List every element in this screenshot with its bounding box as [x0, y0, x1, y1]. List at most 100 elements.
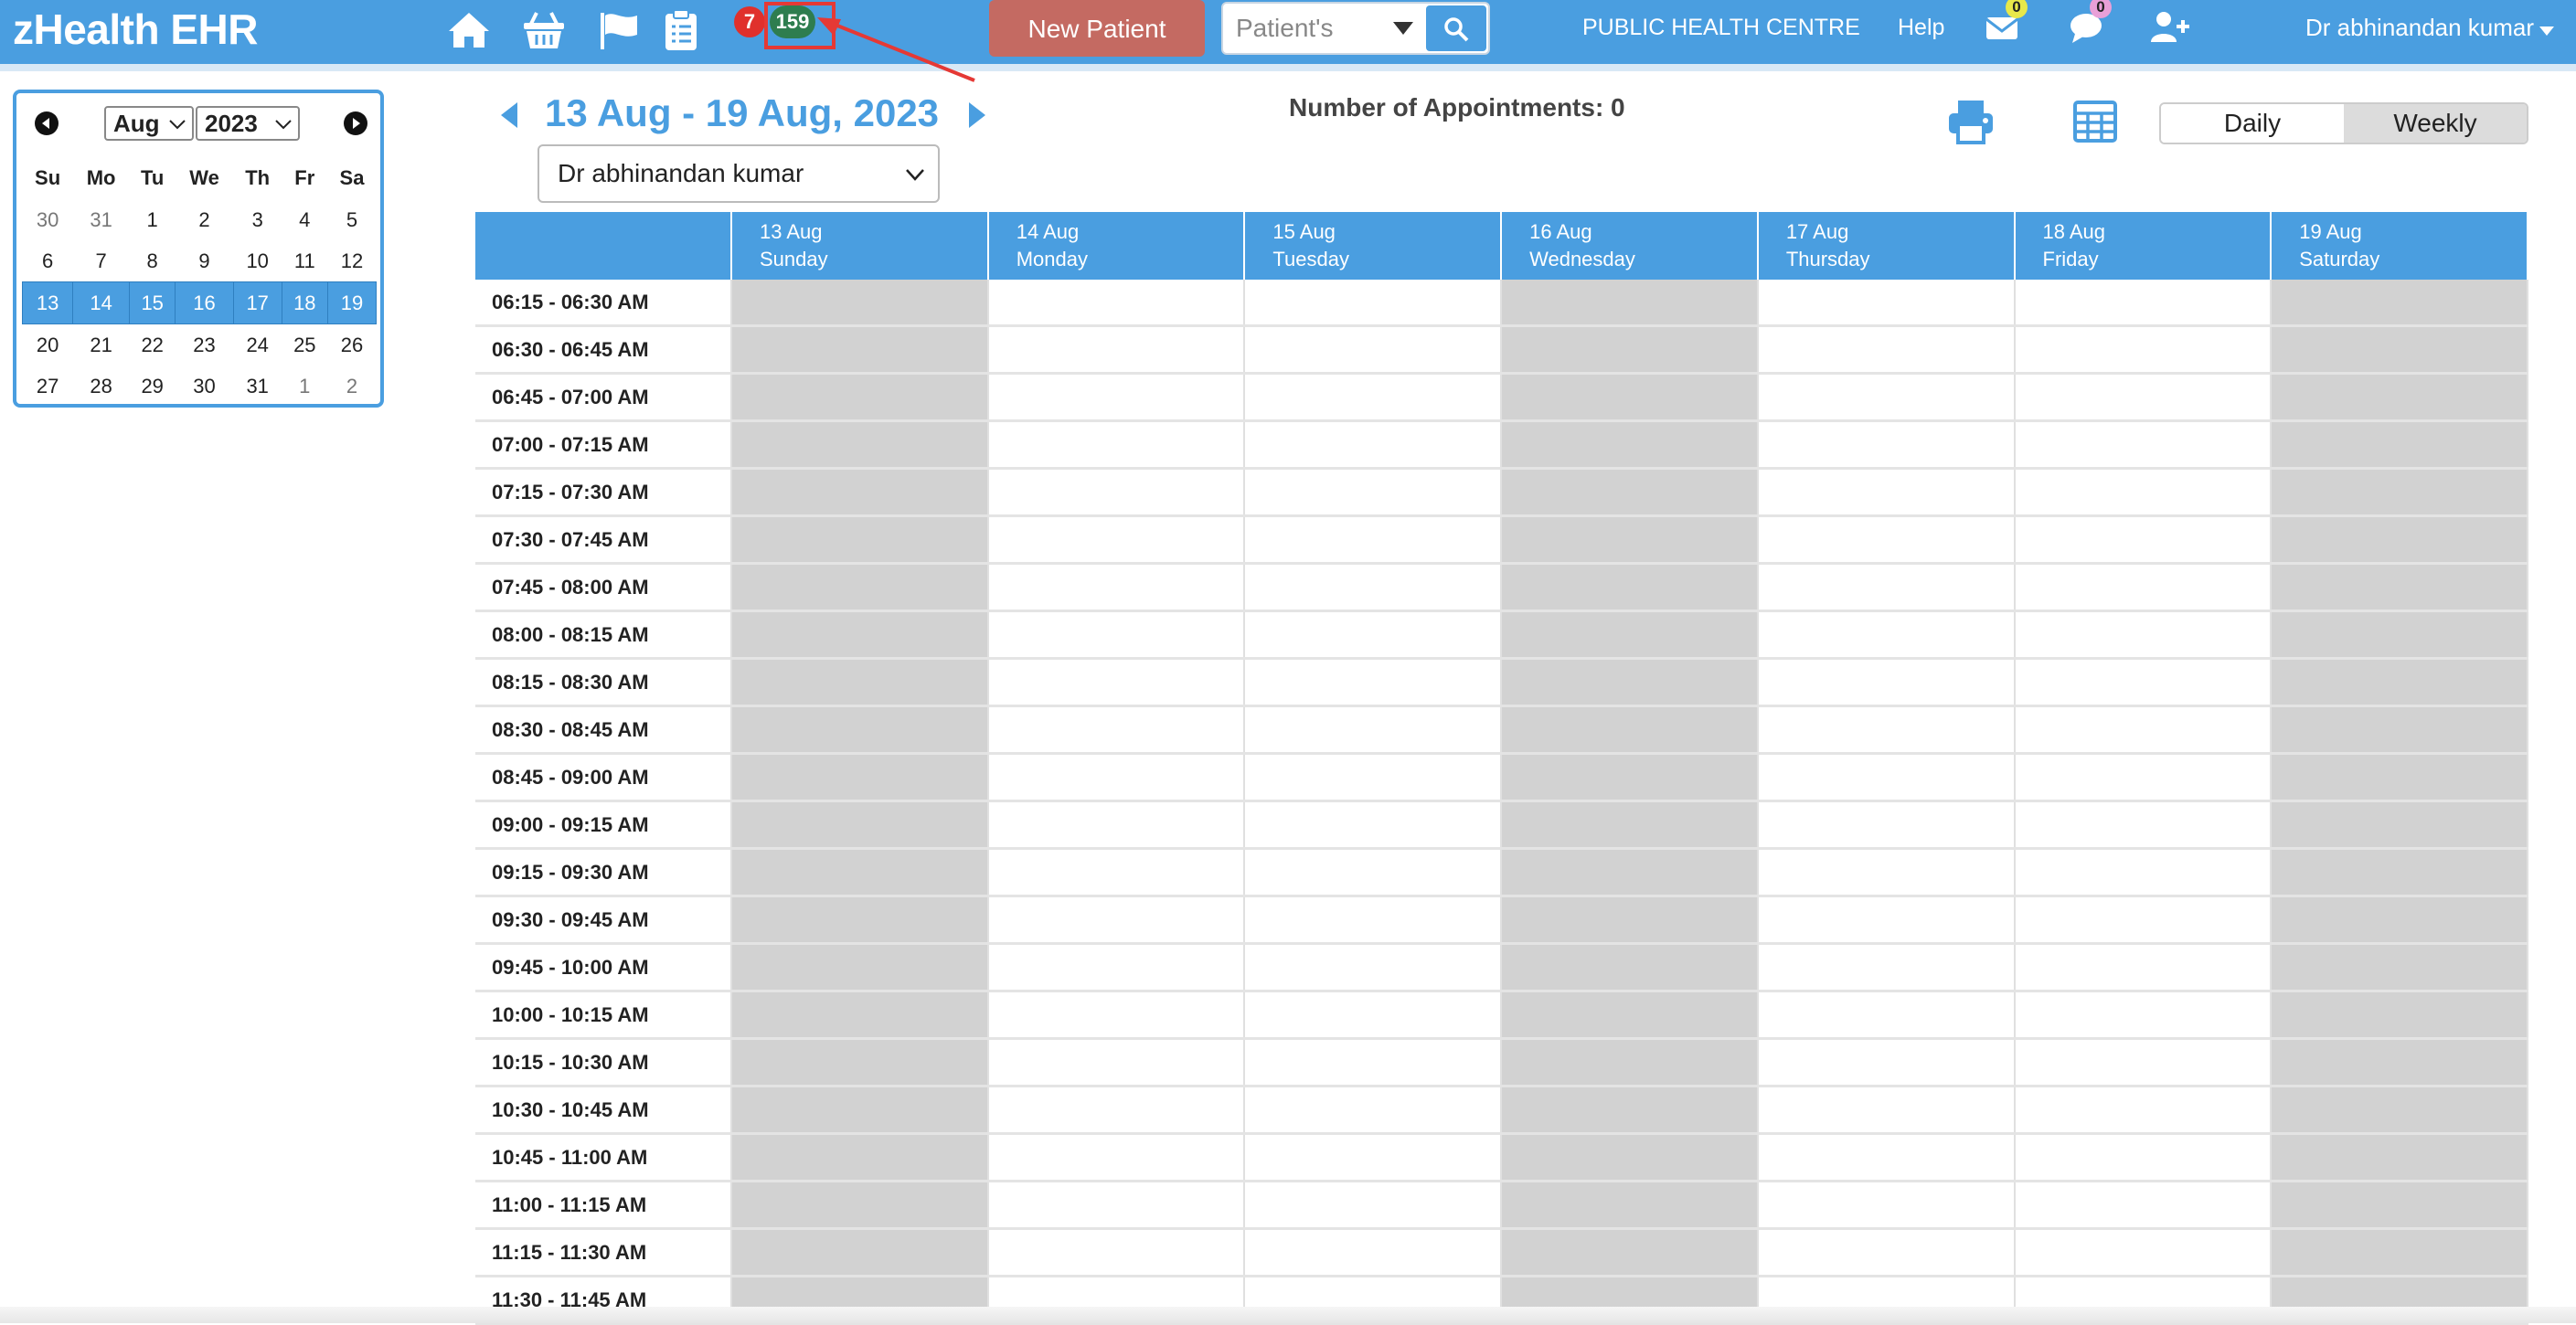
available-slot-cell[interactable] [987, 563, 1246, 612]
calendar-day[interactable]: 28 [73, 366, 130, 407]
available-slot-cell[interactable] [1244, 610, 1503, 660]
available-slot-cell[interactable] [1244, 848, 1503, 897]
available-slot-cell[interactable] [2014, 658, 2273, 707]
calendar-day[interactable]: 30 [23, 199, 73, 240]
search-type-select[interactable]: Patient's [1236, 4, 1334, 53]
available-slot-cell[interactable] [1757, 1228, 2016, 1277]
calendar-day[interactable]: 6 [23, 240, 73, 282]
available-slot-cell[interactable] [2014, 468, 2273, 517]
available-slot-cell[interactable] [2014, 1038, 2273, 1087]
month-select[interactable]: Aug [104, 106, 194, 141]
calendar-day[interactable]: 1 [282, 366, 327, 407]
available-slot-cell[interactable] [2014, 991, 2273, 1040]
calendar-day[interactable]: 7 [73, 240, 130, 282]
doctor-select[interactable]: Dr abhinandan kumar [538, 144, 940, 203]
available-slot-cell[interactable] [987, 658, 1246, 707]
calendar-day[interactable]: 17 [232, 281, 282, 324]
alert-count-badge[interactable]: 7 [734, 6, 765, 37]
available-slot-cell[interactable] [987, 753, 1246, 802]
available-slot-cell[interactable] [1244, 896, 1503, 945]
available-slot-cell[interactable] [1244, 705, 1503, 755]
next-month-button[interactable] [344, 111, 367, 135]
calendar-day[interactable]: 13 [21, 281, 74, 324]
available-slot-cell[interactable] [2014, 563, 2273, 612]
calendar-day[interactable]: 30 [176, 366, 233, 407]
calendar-day[interactable]: 20 [23, 324, 73, 366]
day-column-header[interactable]: 18 Aug Friday [2014, 212, 2273, 280]
calendar-day[interactable]: 19 [326, 281, 378, 324]
available-slot-cell[interactable] [987, 1086, 1246, 1135]
available-slot-cell[interactable] [1757, 753, 2016, 802]
available-slot-cell[interactable] [1757, 1181, 2016, 1230]
calendar-day[interactable]: 9 [176, 240, 233, 282]
available-slot-cell[interactable] [987, 515, 1246, 565]
day-column-header[interactable]: 16 Aug Wednesday [1501, 212, 1759, 280]
day-column-header[interactable]: 19 Aug Saturday [2271, 212, 2528, 280]
available-slot-cell[interactable] [1244, 325, 1503, 375]
flag-icon[interactable] [596, 7, 642, 53]
add-user-icon[interactable] [2150, 9, 2190, 46]
caret-down-icon[interactable] [1393, 22, 1413, 35]
available-slot-cell[interactable] [2014, 800, 2273, 850]
calendar-day[interactable]: 22 [130, 324, 176, 366]
facility-link[interactable]: PUBLIC HEALTH CENTRE [1582, 0, 1860, 55]
available-slot-cell[interactable] [987, 1133, 1246, 1182]
available-slot-cell[interactable] [1244, 373, 1503, 422]
basket-icon[interactable] [521, 7, 567, 53]
available-slot-cell[interactable] [2014, 1086, 2273, 1135]
calendar-day[interactable]: 12 [327, 240, 376, 282]
calendar-day[interactable]: 2 [327, 366, 376, 407]
available-slot-cell[interactable] [2014, 1181, 2273, 1230]
calendar-day[interactable]: 29 [130, 366, 176, 407]
daily-view-button[interactable]: Daily [2161, 104, 2344, 143]
calendar-day[interactable]: 14 [72, 281, 131, 324]
available-slot-cell[interactable] [2014, 1133, 2273, 1182]
day-column-header[interactable]: 14 Aug Monday [987, 212, 1246, 280]
home-icon[interactable] [446, 7, 492, 53]
day-column-header[interactable]: 13 Aug Sunday [731, 212, 989, 280]
calendar-day[interactable]: 31 [73, 199, 130, 240]
available-slot-cell[interactable] [1244, 563, 1503, 612]
available-slot-cell[interactable] [1244, 658, 1503, 707]
available-slot-cell[interactable] [1244, 753, 1503, 802]
available-slot-cell[interactable] [987, 1038, 1246, 1087]
available-slot-cell[interactable] [1244, 800, 1503, 850]
available-slot-cell[interactable] [2014, 753, 2273, 802]
brand-logo[interactable]: zHealth EHR [13, 0, 258, 60]
calendar-day[interactable]: 8 [130, 240, 176, 282]
available-slot-cell[interactable] [1244, 468, 1503, 517]
available-slot-cell[interactable] [1757, 1133, 2016, 1182]
available-slot-cell[interactable] [1757, 800, 2016, 850]
available-slot-cell[interactable] [1244, 515, 1503, 565]
available-slot-cell[interactable] [1757, 325, 2016, 375]
calendar-day[interactable]: 23 [176, 324, 233, 366]
prev-month-button[interactable] [35, 111, 59, 135]
calendar-day[interactable]: 2 [176, 199, 233, 240]
available-slot-cell[interactable] [2014, 420, 2273, 470]
available-slot-cell[interactable] [987, 896, 1246, 945]
available-slot-cell[interactable] [2014, 280, 2273, 327]
available-slot-cell[interactable] [1757, 515, 2016, 565]
calendar-day[interactable]: 5 [327, 199, 376, 240]
available-slot-cell[interactable] [987, 1228, 1246, 1277]
clipboard-icon[interactable] [658, 7, 704, 53]
calendar-day[interactable]: 11 [282, 240, 327, 282]
available-slot-cell[interactable] [1244, 280, 1503, 327]
available-slot-cell[interactable] [987, 1181, 1246, 1230]
available-slot-cell[interactable] [2014, 705, 2273, 755]
available-slot-cell[interactable] [1244, 991, 1503, 1040]
available-slot-cell[interactable] [987, 420, 1246, 470]
available-slot-cell[interactable] [2014, 325, 2273, 375]
available-slot-cell[interactable] [1244, 1228, 1503, 1277]
available-slot-cell[interactable] [1757, 420, 2016, 470]
calendar-day[interactable]: 3 [233, 199, 282, 240]
calendar-day[interactable]: 15 [129, 281, 176, 324]
day-column-header[interactable]: 17 Aug Thursday [1757, 212, 2016, 280]
weekly-view-button[interactable]: Weekly [2344, 104, 2527, 143]
available-slot-cell[interactable] [987, 610, 1246, 660]
day-column-header[interactable]: 15 Aug Tuesday [1244, 212, 1503, 280]
available-slot-cell[interactable] [1757, 373, 2016, 422]
available-slot-cell[interactable] [2014, 1228, 2273, 1277]
available-slot-cell[interactable] [1757, 896, 2016, 945]
available-slot-cell[interactable] [1757, 1038, 2016, 1087]
